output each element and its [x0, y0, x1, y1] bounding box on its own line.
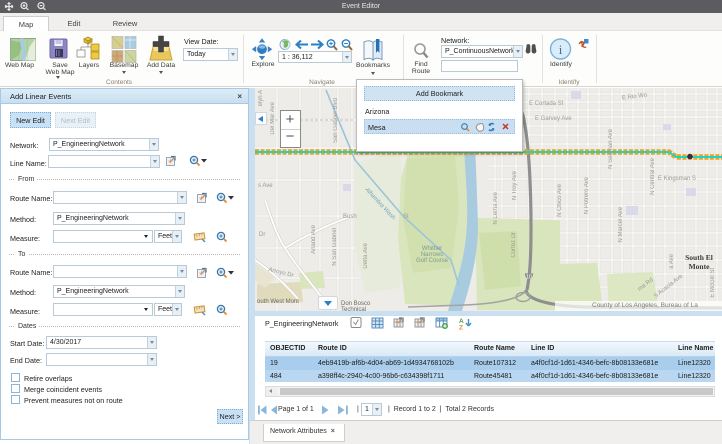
svg-text:i: i [559, 42, 563, 57]
svg-text:Z: Z [459, 325, 463, 331]
svg-text:10: 10 [526, 275, 532, 281]
